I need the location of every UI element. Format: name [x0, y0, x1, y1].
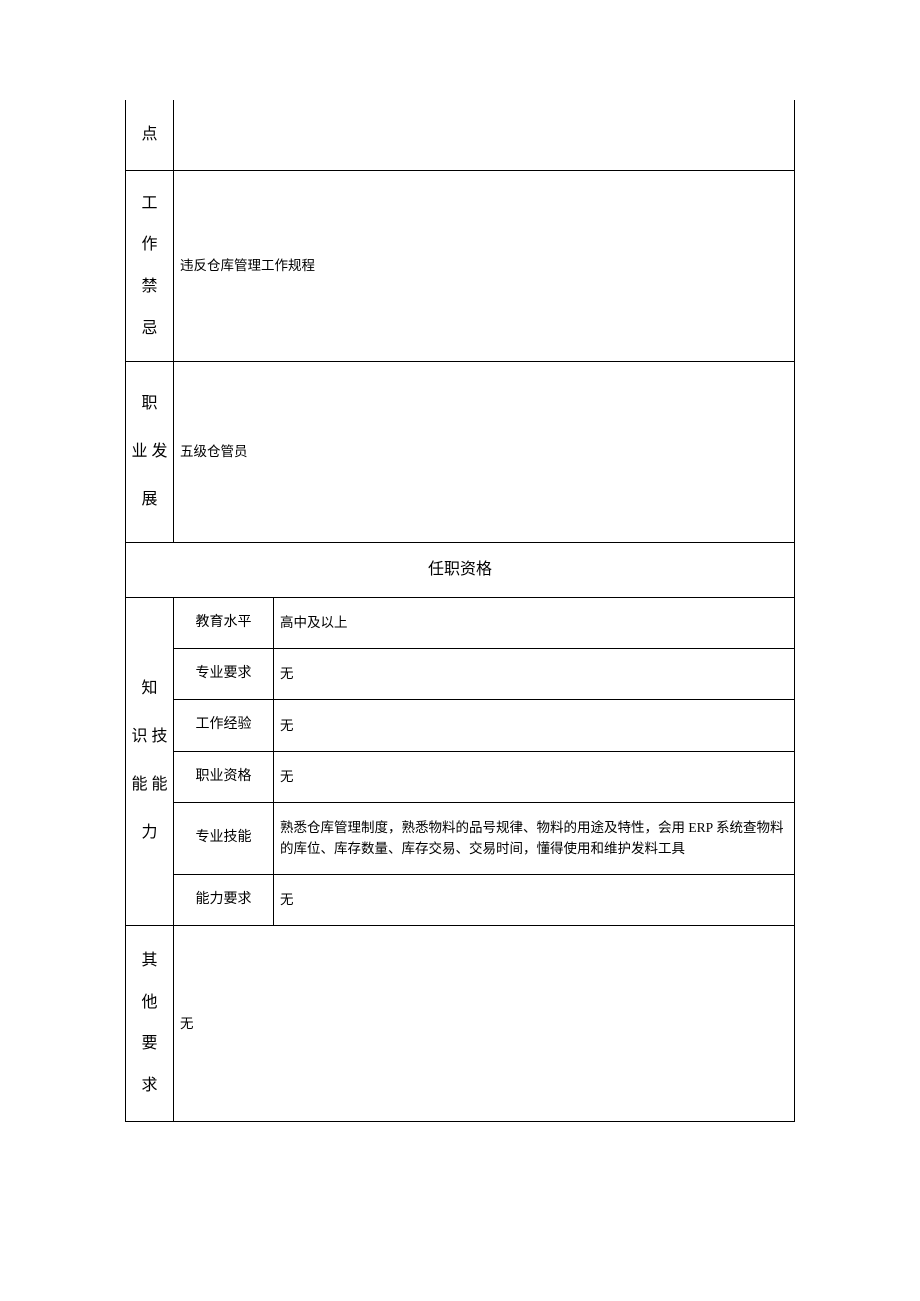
field-value-experience: 无: [274, 700, 795, 751]
row-value-career-development: 五级仓管员: [174, 362, 795, 543]
row-value-work-taboo: 违反仓库管理工作规程: [174, 171, 795, 362]
label-text: 忌: [141, 308, 157, 350]
label-text: 其: [141, 940, 157, 982]
table-row: 知 识 技 能 能 力 教育水平 高中及以上: [126, 597, 795, 648]
table-row: 职 业 发 展 五级仓管员: [126, 362, 795, 543]
table-row: 专业技能 熟悉仓库管理制度，熟悉物料的品号规律、物料的用途及特性，会用 ERP …: [126, 803, 795, 874]
label-text: 他: [141, 982, 157, 1024]
field-label-education: 教育水平: [174, 597, 274, 648]
qualification-table: 点 工 作 禁 忌 违反仓库管理工作规程 职 业 发 展: [125, 100, 795, 1122]
label-text: 求: [141, 1065, 157, 1107]
row-label-career-development: 职 业 发 展: [126, 362, 174, 543]
label-text: 禁: [141, 266, 157, 308]
label-text: 能 能: [131, 761, 167, 809]
row-label-work-taboo: 工 作 禁 忌: [126, 171, 174, 362]
row-value-empty: [174, 100, 795, 171]
table-row: 工 作 禁 忌 违反仓库管理工作规程: [126, 171, 795, 362]
field-label-skills: 专业技能: [174, 803, 274, 874]
field-value-cert: 无: [274, 751, 795, 802]
row-label-knowledge-ability: 知 识 技 能 能 力: [126, 597, 174, 925]
label-text: 知: [141, 665, 157, 713]
row-label-other-requirements: 其 他 要 求: [126, 925, 174, 1121]
document-page: 点 工 作 禁 忌 违反仓库管理工作规程 职 业 发 展: [0, 0, 920, 1122]
label-text: 作: [141, 224, 157, 266]
label-text: 要: [141, 1023, 157, 1065]
section-header-qualifications: 任职资格: [126, 543, 795, 598]
table-row: 点: [126, 100, 795, 171]
table-row: 专业要求 无: [126, 648, 795, 699]
table-row: 其 他 要 求 无: [126, 925, 795, 1121]
row-label-dian: 点: [126, 100, 174, 171]
label-text: 力: [141, 809, 157, 857]
field-label-ability: 能力要求: [174, 874, 274, 925]
field-value-education: 高中及以上: [274, 597, 795, 648]
row-value-other-requirements: 无: [174, 925, 795, 1121]
table-row: 工作经验 无: [126, 700, 795, 751]
table-row: 任职资格: [126, 543, 795, 598]
field-value-major: 无: [274, 648, 795, 699]
table-row: 职业资格 无: [126, 751, 795, 802]
label-text: 业 发: [131, 428, 167, 476]
field-label-experience: 工作经验: [174, 700, 274, 751]
field-value-skills: 熟悉仓库管理制度，熟悉物料的品号规律、物料的用途及特性，会用 ERP 系统查物料…: [274, 803, 795, 874]
label-text: 识 技: [131, 713, 167, 761]
field-value-ability: 无: [274, 874, 795, 925]
field-label-major: 专业要求: [174, 648, 274, 699]
field-label-cert: 职业资格: [174, 751, 274, 802]
label-text: 职: [141, 380, 157, 428]
label-text: 工: [141, 183, 157, 225]
label-text: 展: [141, 476, 157, 524]
label-text: 点: [141, 114, 157, 156]
table-row: 能力要求 无: [126, 874, 795, 925]
